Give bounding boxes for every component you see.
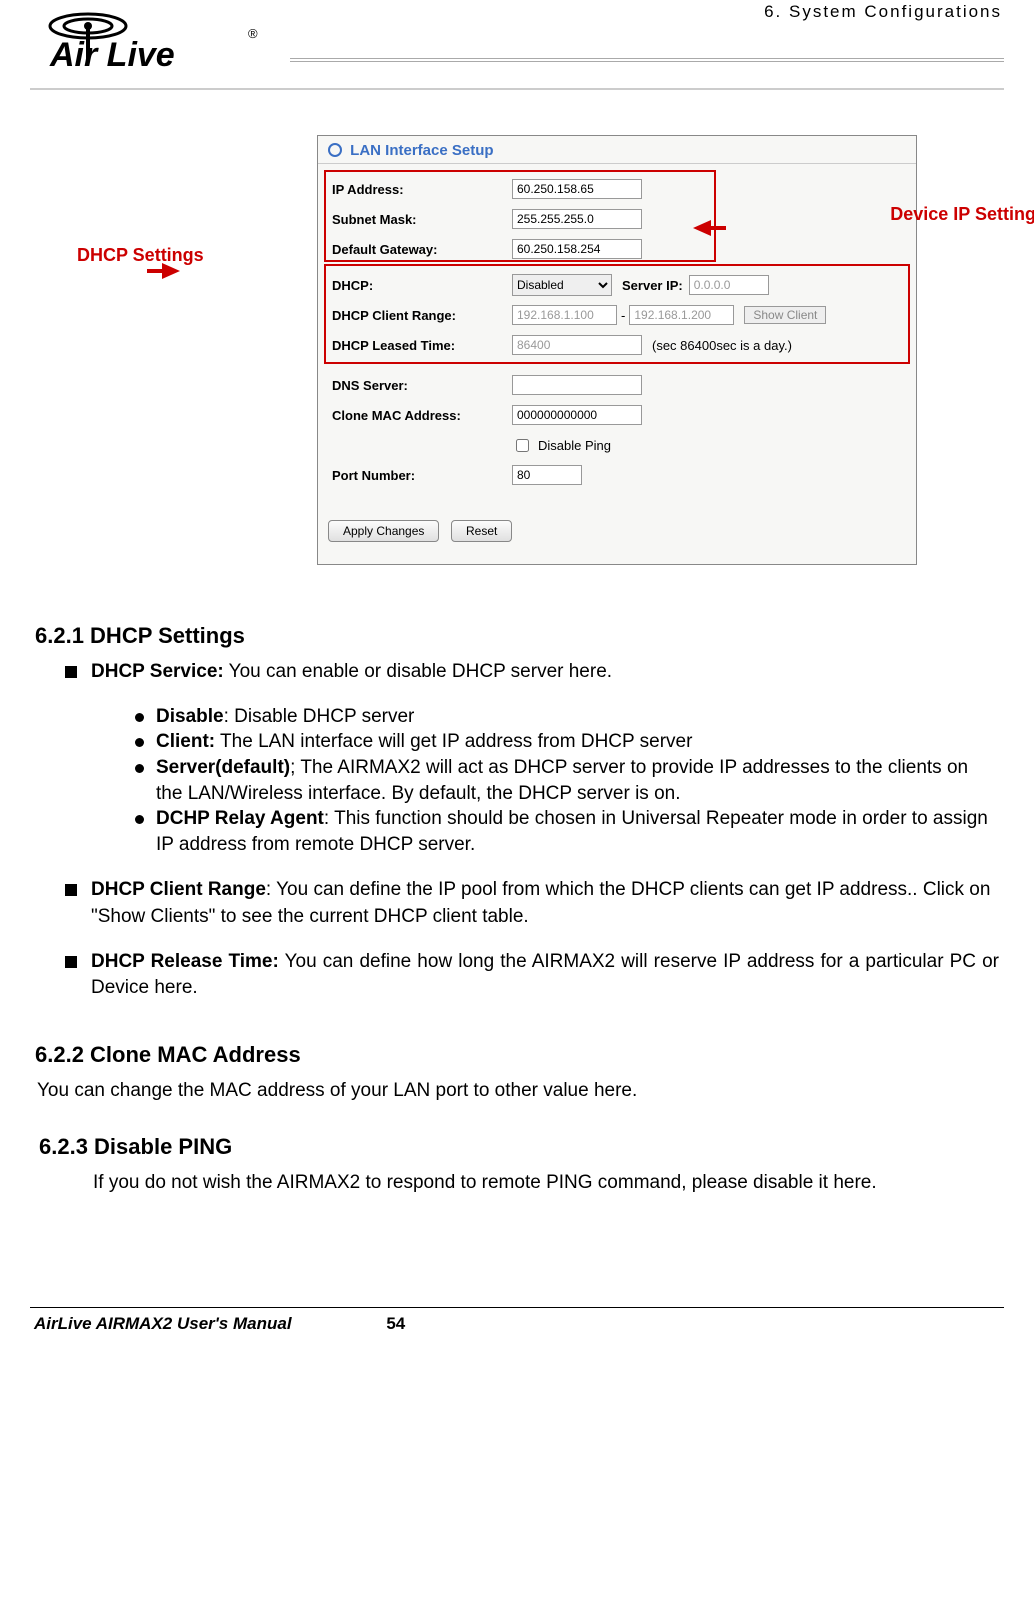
svg-text:®: ®	[248, 26, 258, 41]
text-623: If you do not wish the AIRMAX2 to respon…	[93, 1170, 999, 1197]
dns-input[interactable]	[512, 375, 642, 395]
gear-icon	[328, 143, 342, 157]
header-divider	[290, 58, 1004, 62]
reset-button[interactable]: Reset	[451, 520, 512, 542]
port-input[interactable]	[512, 465, 582, 485]
heading-621: 6.2.1 DHCP Settings	[35, 623, 999, 649]
heading-623: 6.2.3 Disable PING	[39, 1134, 999, 1160]
square-bullet-icon	[65, 956, 77, 968]
callout-dhcp: DHCP Settings	[77, 245, 204, 267]
clone-mac-input[interactable]	[512, 405, 642, 425]
label-clone: Clone MAC Address:	[332, 408, 512, 423]
footer-manual-title: AirLive AIRMAX2 User's Manual	[34, 1314, 292, 1334]
chapter-label: 6. System Configurations	[764, 2, 1002, 22]
heading-622: 6.2.2 Clone MAC Address	[35, 1042, 999, 1068]
page-number: 54	[386, 1314, 405, 1334]
bullet-icon	[135, 713, 144, 722]
text-622: You can change the MAC address of your L…	[37, 1078, 999, 1105]
lan-interface-panel: LAN Interface Setup Device IP Settings I…	[317, 135, 917, 565]
page-header: Air Live ® 6. System Configurations	[30, 0, 1004, 90]
square-bullet-icon	[65, 666, 77, 678]
dhcp-highlight	[324, 264, 910, 364]
arrow-dhcp	[162, 263, 180, 279]
label-port: Port Number:	[332, 468, 512, 483]
label-disable-ping: Disable Ping	[538, 438, 611, 453]
airlive-logo: Air Live ®	[38, 6, 268, 81]
disable-ping-checkbox[interactable]	[516, 439, 529, 452]
content-body: 6.2.1 DHCP Settings DHCP Service: You ca…	[30, 575, 1004, 1197]
callout-ip: Device IP Settings	[890, 204, 1034, 226]
apply-changes-button[interactable]: Apply Changes	[328, 520, 439, 542]
bullet-icon	[135, 764, 144, 773]
panel-title: LAN Interface Setup	[318, 136, 916, 164]
bullet-icon	[135, 815, 144, 824]
bullet-icon	[135, 738, 144, 747]
page-footer: AirLive AIRMAX2 User's Manual 54	[30, 1307, 1004, 1354]
square-bullet-icon	[65, 884, 77, 896]
label-dns: DNS Server:	[332, 378, 512, 393]
svg-text:Air Live: Air Live	[49, 36, 175, 74]
lan-setup-figure: DHCP Settings LAN Interface Setup Device…	[197, 135, 837, 575]
device-ip-highlight	[324, 170, 716, 262]
arrow-ip	[693, 220, 711, 236]
